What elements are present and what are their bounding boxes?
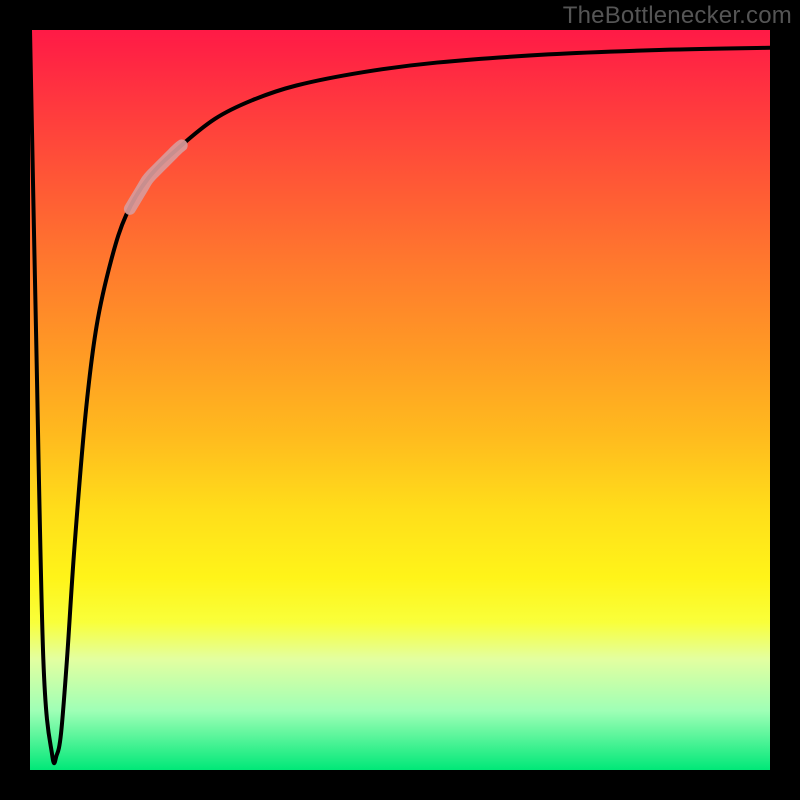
curve-highlight-segment bbox=[130, 145, 182, 208]
plot-area bbox=[30, 30, 770, 770]
chart-frame: TheBottlenecker.com bbox=[0, 0, 800, 800]
attribution-label: TheBottlenecker.com bbox=[563, 2, 792, 30]
bottleneck-curve bbox=[30, 30, 770, 763]
curve-layer bbox=[30, 30, 770, 770]
